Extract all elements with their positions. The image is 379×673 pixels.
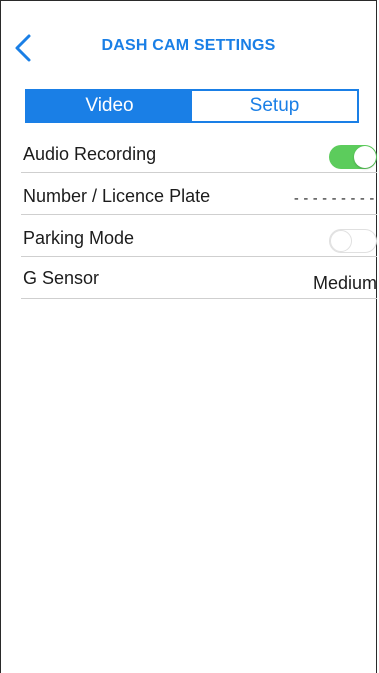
tab-bar: Video Setup	[25, 89, 359, 123]
parking-mode-row: Parking Mode	[21, 215, 377, 257]
g-sensor-row[interactable]: G Sensor Medium	[21, 257, 377, 299]
audio-recording-label: Audio Recording	[23, 144, 157, 164]
parking-mode-label: Parking Mode	[23, 228, 135, 248]
audio-recording-row: Audio Recording	[21, 131, 377, 173]
app-screen: DASH CAM SETTINGS Video Setup Audio Reco…	[0, 0, 377, 673]
parking-mode-toggle[interactable]	[329, 229, 377, 253]
header: DASH CAM SETTINGS	[1, 1, 376, 91]
g-sensor-label: G Sensor	[23, 268, 100, 288]
tab-setup[interactable]: Setup	[192, 91, 357, 121]
audio-recording-toggle[interactable]	[329, 145, 377, 169]
licence-plate-row[interactable]: Number / Licence Plate ---------	[21, 173, 377, 215]
tab-video[interactable]: Video	[27, 91, 192, 121]
toggle-knob	[354, 146, 376, 168]
licence-plate-value[interactable]: ---------	[292, 191, 377, 207]
page-title: DASH CAM SETTINGS	[101, 37, 276, 54]
g-sensor-value[interactable]: Medium	[313, 273, 377, 294]
licence-plate-label: Number / Licence Plate	[23, 186, 211, 206]
toggle-knob	[330, 230, 352, 252]
